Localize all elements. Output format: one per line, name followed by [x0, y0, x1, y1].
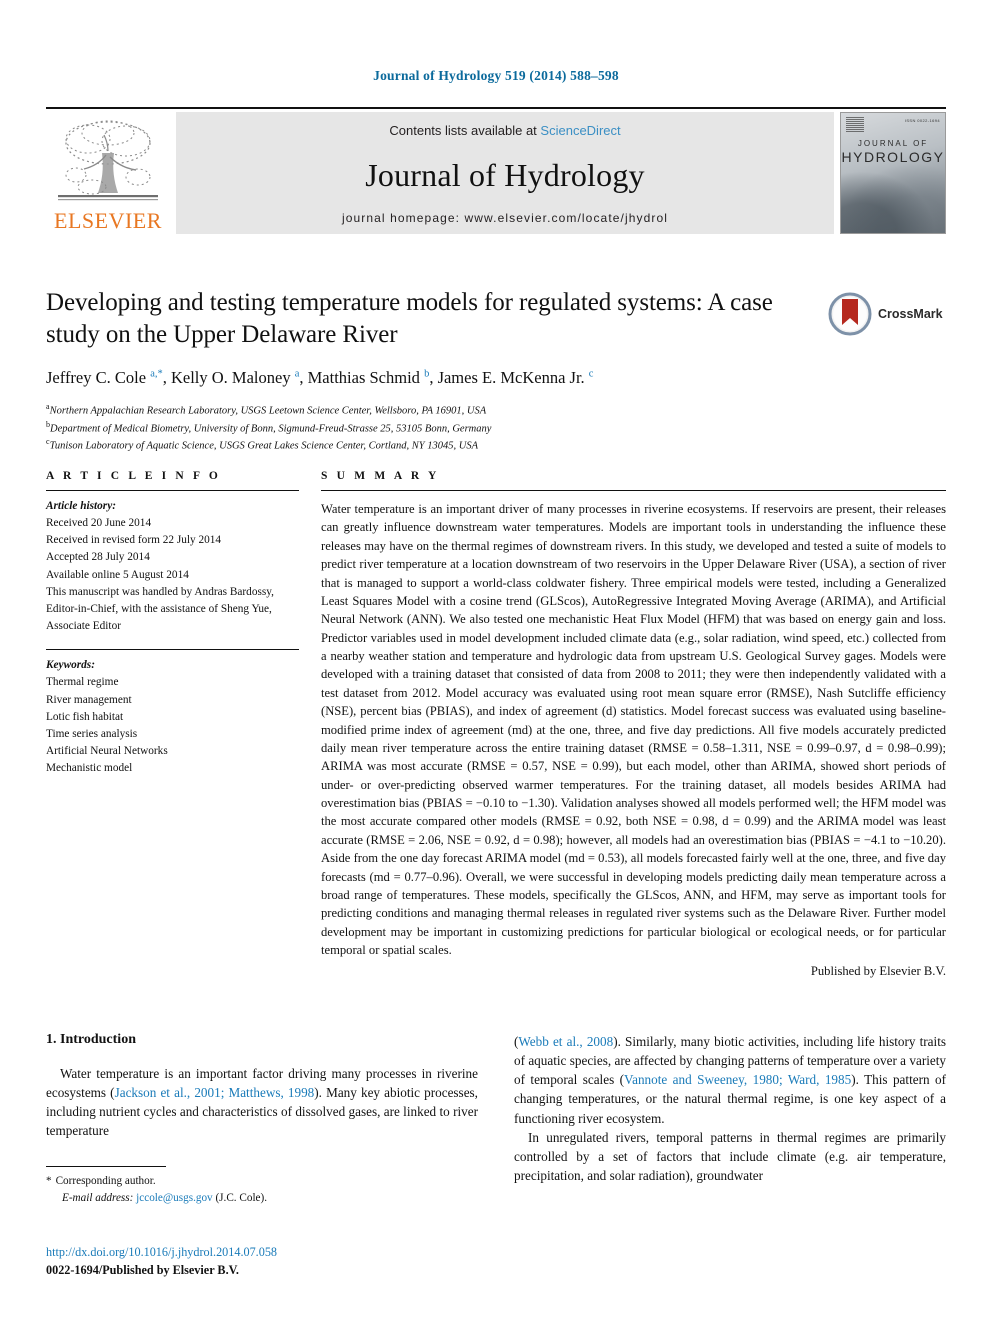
divider — [46, 649, 299, 651]
article-history-block: Article history: Received 20 June 2014 R… — [46, 498, 299, 635]
journal-masthead: ELSEVIER Contents lists available at Sci… — [46, 107, 946, 234]
affiliation-item: bDepartment of Medical Biometry, Univers… — [46, 419, 806, 437]
history-item: Available online 5 August 2014 — [46, 568, 189, 581]
section-heading-introduction: 1. Introduction — [46, 1032, 136, 1047]
cover-title: JOURNAL OF HYDROLOGY — [841, 139, 945, 165]
paper-title: Developing and testing temperature model… — [46, 289, 773, 348]
citation-link[interactable]: Webb et al., 2008 — [518, 1034, 613, 1049]
corresponding-author-note: * Corresponding author. — [46, 1173, 478, 1190]
citation-link[interactable]: Vannote and Sweeney, 1980; Ward, 1985 — [624, 1072, 851, 1087]
intro-paragraph-right-2: In unregulated rivers, temporal patterns… — [514, 1129, 946, 1183]
paper-page: Journal of Hydrology 519 (2014) 588–598 — [0, 0, 992, 1323]
issn-line: 0022-1694/Published by Elsevier B.V. — [46, 1262, 239, 1277]
divider — [46, 490, 299, 491]
keyword-item: Lotic fish habitat — [46, 710, 124, 723]
contents-available-line: Contents lists available at ScienceDirec… — [389, 123, 620, 138]
history-item: Received in revised form 22 July 2014 — [46, 534, 222, 547]
article-history-label: Article history: — [46, 500, 116, 512]
article-info-heading: A R T I C L E I N F O — [46, 470, 221, 482]
intro-paragraph-right-1: (Webb et al., 2008). Similarly, many bio… — [514, 1034, 946, 1126]
article-info-column: A R T I C L E I N F O Article history: R… — [46, 470, 299, 981]
keywords-label: Keywords: — [46, 659, 95, 672]
keyword-item: Thermal regime — [46, 676, 119, 689]
cover-title-line2: HYDROLOGY — [841, 149, 945, 165]
cover-issn-code: ISSN 0022-1694 — [904, 118, 940, 123]
journal-homepage-link[interactable]: journal homepage: www.elsevier.com/locat… — [342, 211, 668, 225]
body-column-right: (Webb et al., 2008). Similarly, many bio… — [514, 1032, 946, 1185]
affiliation-text: Northern Appalachian Research Laboratory… — [49, 405, 487, 417]
citation-link[interactable]: Jackson et al., 2001; Matthews, 1998 — [115, 1085, 315, 1100]
footnote-divider — [46, 1166, 166, 1167]
crossmark-badge[interactable]: CrossMark — [828, 292, 943, 336]
divider — [321, 490, 946, 491]
journal-cover-thumbnail: ISSN 0022-1694 JOURNAL OF HYDROLOGY — [840, 112, 946, 234]
cover-barcode-icon — [846, 117, 864, 133]
abstract-body: Water temperature is an important driver… — [321, 502, 946, 957]
keyword-item: Time series analysis — [46, 727, 138, 740]
abstract-text: Water temperature is an important driver… — [321, 500, 946, 981]
cover-title-line1: JOURNAL OF — [857, 139, 929, 148]
elsevier-wordmark: ELSEVIER — [54, 208, 162, 233]
contents-prefix: Contents lists available at — [389, 123, 537, 138]
doi-link[interactable]: http://dx.doi.org/10.1016/j.jhydrol.2014… — [46, 1244, 546, 1262]
corresponding-author-label: Corresponding author. — [55, 1175, 156, 1187]
history-item: This manuscript was handled by Andras Ba… — [46, 585, 274, 633]
crossmark-label: CrossMark — [878, 307, 943, 321]
body-column-left: 1. Introduction Water temperature is an … — [46, 1032, 478, 1185]
keyword-item: River management — [46, 693, 132, 706]
asterisk-icon: * — [46, 1175, 52, 1187]
published-by: Published by Elsevier B.V. — [810, 964, 946, 979]
history-item: Received 20 June 2014 — [46, 517, 152, 530]
email-note: E-mail address: jccole@usgs.gov (J.C. Co… — [46, 1190, 478, 1207]
affiliation-text: Tunison Laboratory of Aquatic Science, U… — [49, 440, 478, 452]
intro-paragraph-left: Water temperature is an important factor… — [46, 1064, 478, 1141]
keywords-block: Keywords: Thermal regime River managemen… — [46, 657, 299, 777]
article-body: 1. Introduction Water temperature is an … — [46, 1032, 946, 1185]
email-link[interactable]: jccole@usgs.gov — [136, 1192, 212, 1204]
summary-column: S U M M A R Y Water temperature is an im… — [321, 470, 946, 981]
summary-heading: S U M M A R Y — [321, 470, 440, 482]
history-item: Accepted 28 July 2014 — [46, 551, 150, 564]
crossmark-icon — [828, 292, 872, 336]
email-address-label: E-mail address: — [62, 1191, 134, 1204]
journal-title: Journal of Hydrology — [365, 156, 645, 193]
running-head: Journal of Hydrology 519 (2014) 588–598 — [373, 68, 619, 83]
affiliation-item: aNorthern Appalachian Research Laborator… — [46, 401, 806, 419]
info-and-summary: A R T I C L E I N F O Article history: R… — [46, 470, 946, 981]
title-block: Developing and testing temperature model… — [46, 287, 806, 454]
author-list: Jeffrey C. Cole a,*, Kelly O. Maloney a,… — [46, 368, 594, 387]
keyword-item: Artificial Neural Networks — [46, 745, 168, 758]
sciencedirect-link[interactable]: ScienceDirect — [540, 123, 620, 138]
email-owner: (J.C. Cole). — [215, 1191, 268, 1204]
elsevier-tree-icon — [58, 120, 158, 201]
footnote-block: * Corresponding author. E-mail address: j… — [46, 1166, 478, 1207]
masthead-center: Contents lists available at ScienceDirec… — [176, 112, 834, 234]
colophon: http://dx.doi.org/10.1016/j.jhydrol.2014… — [46, 1244, 546, 1279]
affiliation-list: aNorthern Appalachian Research Laborator… — [46, 401, 806, 454]
keyword-item: Mechanistic model — [46, 762, 133, 775]
affiliation-text: Department of Medical Biometry, Universi… — [50, 423, 492, 435]
cover-artwork — [841, 163, 945, 233]
affiliation-item: cTunison Laboratory of Aquatic Science, … — [46, 436, 806, 454]
elsevier-logo: ELSEVIER — [46, 112, 170, 234]
